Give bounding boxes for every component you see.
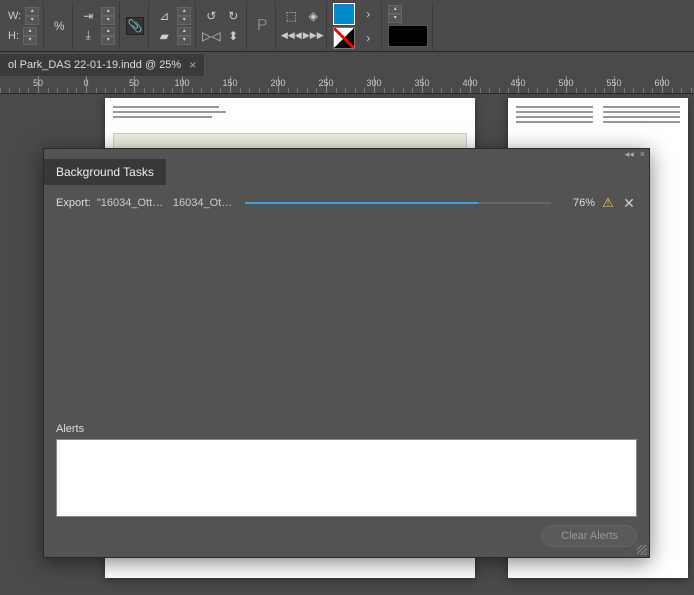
rotate-spinner[interactable]: ▴▾ xyxy=(177,7,191,25)
collapse-panel-icon[interactable]: ◂◂ xyxy=(625,149,634,160)
fill-swatch[interactable] xyxy=(333,3,355,25)
flip-h-icon[interactable]: ▷◁ xyxy=(202,27,220,45)
stroke-next-icon[interactable]: › xyxy=(359,29,377,47)
select-container-icon[interactable]: ⬚ xyxy=(282,7,300,25)
panel-titlebar[interactable]: ◂◂ × xyxy=(44,149,649,159)
stroke-swatch[interactable] xyxy=(333,27,355,49)
task-filename-2: 16034_Ott... xyxy=(173,197,233,209)
rotate-ccw-icon[interactable]: ↺ xyxy=(202,7,220,25)
arrow-left-icon[interactable]: ◀◀◀ xyxy=(282,27,300,45)
attachment-icon[interactable]: 📎 xyxy=(126,17,144,35)
select-content-icon[interactable]: ◈ xyxy=(304,7,322,25)
document-tab[interactable]: ol Park_DAS 22-01-19.indd @ 25% × xyxy=(0,54,205,76)
background-tasks-panel: ◂◂ × Background Tasks Export: "16034_Ott… xyxy=(43,148,650,558)
arrow-right-icon[interactable]: ▶▶▶ xyxy=(304,27,322,45)
scale-icon[interactable]: % xyxy=(50,17,68,35)
paragraph-icon[interactable]: P xyxy=(253,17,271,35)
panel-tab-background-tasks[interactable]: Background Tasks xyxy=(44,159,166,185)
resize-grip[interactable] xyxy=(637,545,647,555)
close-panel-icon[interactable]: × xyxy=(640,149,645,159)
flip-v-icon[interactable]: ⬍ xyxy=(224,27,242,45)
fit-vertical-icon[interactable]: ⤓ xyxy=(79,27,97,45)
height-label: H: xyxy=(8,30,19,42)
stroke-style-swatch[interactable] xyxy=(388,25,428,47)
height-spinner[interactable]: ▴▾ xyxy=(23,27,37,45)
shear-icon[interactable]: ▰ xyxy=(155,27,173,45)
rotate-cw-icon[interactable]: ↻ xyxy=(224,7,242,25)
rotation-icon[interactable]: ⊿ xyxy=(155,7,173,25)
progress-percent: 76% xyxy=(563,197,595,209)
horizontal-ruler[interactable]: 1005005010015020025030035040045050055060… xyxy=(0,76,694,94)
alerts-label: Alerts xyxy=(56,423,637,435)
document-tabbar: ol Park_DAS 22-01-19.indd @ 25% × xyxy=(0,52,694,76)
cancel-task-icon[interactable]: ✕ xyxy=(621,195,637,211)
fit-horizontal-icon[interactable]: ⇥ xyxy=(79,7,97,25)
document-tab-title: ol Park_DAS 22-01-19.indd @ 25% xyxy=(8,59,181,71)
clear-alerts-button[interactable]: Clear Alerts xyxy=(542,525,637,547)
fit-v-spinner[interactable]: ▴▾ xyxy=(101,27,115,45)
shear-spinner[interactable]: ▴▾ xyxy=(177,27,191,45)
stroke-weight-spinner[interactable]: ▴▾ xyxy=(388,5,402,23)
warning-icon[interactable]: ⚠ xyxy=(601,196,615,210)
fit-h-spinner[interactable]: ▴▾ xyxy=(101,7,115,25)
task-row: Export: "16034_Otterpool ... 16034_Ott..… xyxy=(56,195,637,211)
swatch-next-icon[interactable]: › xyxy=(359,5,377,23)
task-type-label: Export: xyxy=(56,197,91,209)
task-filename-1: "16034_Otterpool ... xyxy=(97,197,167,209)
progress-bar xyxy=(245,202,551,204)
width-spinner[interactable]: ▴▾ xyxy=(25,7,39,25)
close-tab-icon[interactable]: × xyxy=(189,58,196,72)
top-toolbar: W: ▴▾ H: ▴▾ % ⇥ ▴▾ ⤓ ▴▾ 📎 ⊿ ▴▾ ▰ ▴▾ xyxy=(0,0,694,52)
alerts-listbox[interactable] xyxy=(56,439,637,517)
width-label: W: xyxy=(8,10,21,22)
